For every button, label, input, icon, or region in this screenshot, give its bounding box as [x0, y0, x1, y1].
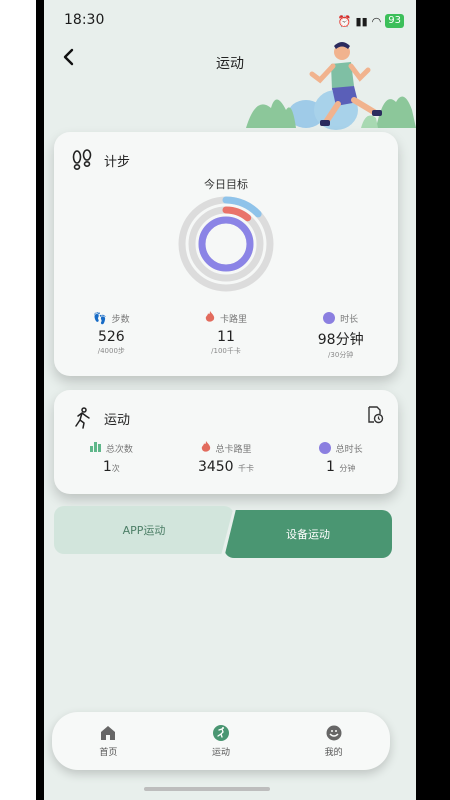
tab-label: 我的 — [324, 747, 343, 758]
history-icon[interactable] — [366, 406, 384, 428]
stat-unit: 千卡 — [238, 464, 255, 473]
status-bar: 18:30 ⏰ ▮▮ ◠ 93 — [44, 8, 416, 32]
app-screen: 18:30 ⏰ ▮▮ ◠ 93 运动 计步 今日目标 👣 步数 526 /400… — [44, 0, 416, 800]
stat-steps: 👣 步数 526 /4000步 — [54, 310, 169, 360]
frame-left-edge — [36, 0, 44, 800]
tab-profile[interactable]: 我的 — [277, 712, 390, 770]
frame-right — [416, 0, 450, 800]
sport-card-header: 运动 — [70, 406, 130, 430]
top-bar: 运动 — [44, 40, 416, 80]
stat-total-duration: 总时长 1 分钟 — [283, 440, 398, 475]
stat-unit: 分钟 — [339, 464, 356, 473]
stat-sub: /30分钟 — [328, 351, 354, 359]
status-time: 18:30 — [64, 12, 105, 28]
stat-total-count: 总次数 1次 — [54, 440, 169, 475]
steps-stats: 👣 步数 526 /4000步 卡路里 11 /100千卡 时长 98分钟 /30… — [54, 310, 398, 360]
stat-duration: 时长 98分钟 /30分钟 — [283, 310, 398, 360]
stat-value: 526 — [97, 329, 125, 345]
duration-ring — [198, 216, 254, 272]
stat-label: 总次数 — [105, 444, 133, 455]
stat-label: 时长 — [340, 314, 359, 325]
stat-value: 1 — [325, 459, 335, 475]
clock-icon — [323, 312, 336, 324]
app-sport-button[interactable]: APP运动 — [54, 506, 234, 554]
stat-unit: 次 — [111, 464, 120, 473]
device-sport-button[interactable]: 设备运动 — [224, 510, 392, 558]
clock-icon — [318, 442, 331, 454]
flame-icon — [205, 310, 215, 326]
bar-chart-icon — [89, 441, 101, 455]
stat-value: 1 — [102, 459, 112, 475]
home-icon — [100, 725, 116, 741]
stat-label: 总卡路里 — [215, 444, 252, 455]
stat-total-calories: 总卡路里 3450 千卡 — [169, 440, 284, 475]
stat-label: 步数 — [111, 314, 130, 325]
wifi-icon: ◠ — [371, 14, 382, 28]
goal-progress-rings — [178, 196, 274, 292]
footprint-icon: 👣 — [92, 311, 107, 325]
steps-card-title: 计步 — [104, 154, 131, 170]
sport-stats: 总次数 1次 总卡路里 3450 千卡 总时长 1 分钟 — [54, 440, 398, 475]
status-icons: ⏰ ▮▮ ◠ 93 — [338, 14, 404, 28]
alarm-icon: ⏰ — [337, 14, 352, 28]
flame-icon — [201, 440, 211, 456]
stat-sub: /4000步 — [97, 347, 125, 355]
stat-calories: 卡路里 11 /100千卡 — [169, 310, 284, 360]
stat-label: 总时长 — [335, 444, 363, 455]
steps-card-header: 计步 — [70, 148, 130, 172]
stat-value: 98分钟 — [317, 332, 364, 348]
signal-icon: ▮▮ — [355, 14, 368, 28]
page-title: 运动 — [216, 56, 244, 72]
bottom-tab-bar: 首页 运动 我的 — [52, 712, 390, 770]
tab-label: 首页 — [99, 747, 118, 758]
tab-home[interactable]: 首页 — [52, 712, 165, 770]
steps-card[interactable]: 计步 今日目标 👣 步数 526 /4000步 卡路里 11 /100千卡 时长 — [54, 132, 398, 376]
tab-label: 运动 — [212, 747, 231, 758]
runner-icon — [70, 406, 94, 430]
stat-sub: /100千卡 — [211, 347, 241, 355]
stat-label: 卡路里 — [220, 314, 248, 325]
stat-value: 3450 — [197, 459, 234, 475]
daily-goal-label: 今日目标 — [204, 178, 248, 191]
footprints-icon — [70, 148, 94, 172]
battery-level: 93 — [385, 14, 404, 28]
sport-card[interactable]: 运动 总次数 1次 总卡路里 3450 千卡 总时长 1 分钟 — [54, 390, 398, 494]
stat-value: 11 — [217, 329, 235, 345]
sport-card-title: 运动 — [104, 412, 131, 428]
tab-sport[interactable]: 运动 — [165, 712, 278, 770]
home-indicator — [144, 787, 270, 791]
runner-icon — [213, 724, 229, 741]
profile-icon — [326, 725, 342, 741]
